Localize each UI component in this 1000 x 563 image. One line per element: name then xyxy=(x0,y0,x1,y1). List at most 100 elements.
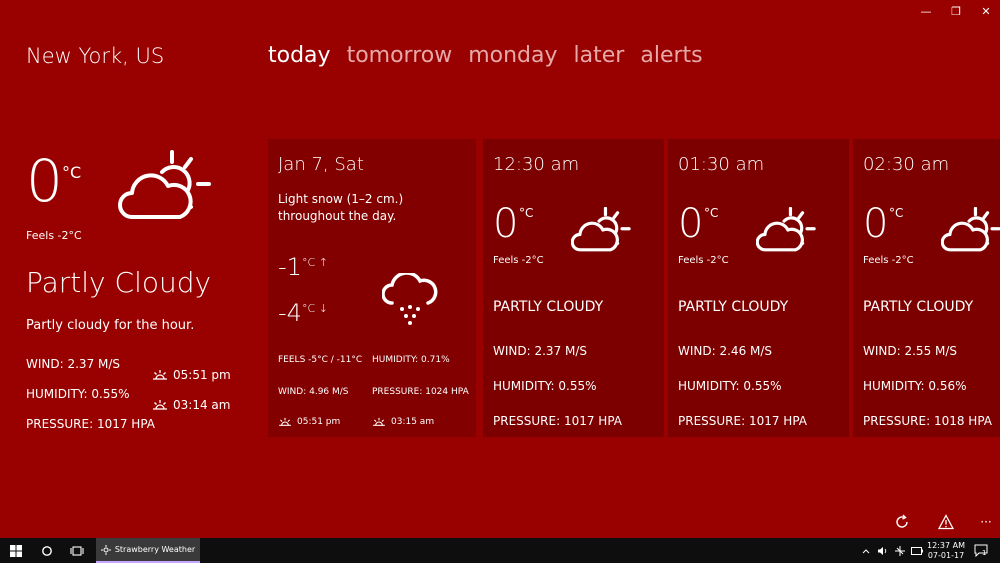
day-sunrise-time: 05:51 pm xyxy=(297,417,341,427)
notification-count: 1 xyxy=(982,549,987,557)
day-title: Jan 7, Sat xyxy=(278,154,364,175)
restore-button[interactable]: ❐ xyxy=(940,0,972,22)
tab-today[interactable]: today xyxy=(268,43,331,68)
alerts-button[interactable] xyxy=(934,512,958,532)
hourly-wind: WIND: 2.46 M/S xyxy=(678,344,773,358)
current-feels-like: Feels -2°C xyxy=(26,229,82,242)
sunrise-time: 05:51 pm xyxy=(173,368,231,382)
warning-icon xyxy=(938,514,954,530)
hourly-temperature: 0 xyxy=(863,201,889,247)
taskbar-app-label: Strawberry Weather xyxy=(114,545,196,554)
hourly-time: 01:30 am xyxy=(678,154,765,175)
hourly-temperature-unit: °C xyxy=(519,206,534,220)
partly-cloudy-icon xyxy=(571,207,631,252)
day-high-value: -1 xyxy=(278,253,302,281)
clock[interactable]: 12:37 AM 07-01-17 xyxy=(926,538,966,563)
sunrise-icon xyxy=(279,417,291,426)
partly-cloudy-icon xyxy=(118,150,211,219)
day-low-unit: °C ↓ xyxy=(301,302,328,315)
hourly-card[interactable]: 02:30 am 0 °C Feels -2°C PARTLY CLOUDY W… xyxy=(853,139,1000,437)
current-pressure: PRESSURE: 1017 HPA xyxy=(26,417,156,431)
hourly-condition: PARTLY CLOUDY xyxy=(678,299,789,315)
sunset-icon xyxy=(153,400,167,410)
hourly-pressure: PRESSURE: 1017 HPA xyxy=(678,414,808,428)
hourly-time: 12:30 am xyxy=(493,154,580,175)
day-description: Light snow (1–2 cm.) throughout the day. xyxy=(278,192,404,223)
day-humidity: HUMIDITY: 0.71% xyxy=(372,355,450,365)
current-humidity: HUMIDITY: 0.55% xyxy=(26,387,130,401)
hourly-condition: PARTLY CLOUDY xyxy=(863,299,974,315)
hourly-condition: PARTLY CLOUDY xyxy=(493,299,604,315)
action-center-button[interactable]: 1 xyxy=(970,538,992,563)
battery-button[interactable] xyxy=(910,538,924,563)
task-view-icon xyxy=(70,545,84,556)
hourly-feels-like: Feels -2°C xyxy=(493,255,544,266)
location-label: New York, US xyxy=(26,44,165,68)
refresh-icon xyxy=(896,514,908,528)
current-wind: WIND: 2.37 M/S xyxy=(26,357,121,371)
hourly-humidity: HUMIDITY: 0.56% xyxy=(863,379,967,393)
hourly-temperature: 0 xyxy=(493,201,519,247)
minimize-button[interactable]: — xyxy=(910,0,942,22)
day-sunset: 03:15 am xyxy=(372,417,434,427)
task-view-button[interactable] xyxy=(62,538,92,563)
current-condition: Partly Cloudy xyxy=(26,266,212,299)
sunrise-icon xyxy=(153,370,167,380)
current-description: Partly cloudy for the hour. xyxy=(26,318,195,333)
more-button[interactable]: ··· xyxy=(974,512,998,532)
day-high-unit: °C ↑ xyxy=(301,256,328,269)
clock-date: 07-01-17 xyxy=(927,550,965,560)
hourly-humidity: HUMIDITY: 0.55% xyxy=(493,379,597,393)
hourly-card[interactable]: 12:30 am 0 °C Feels -2°C PARTLY CLOUDY W… xyxy=(483,139,664,437)
taskbar-app-strawberry-weather[interactable]: Strawberry Weather xyxy=(96,538,200,563)
network-button[interactable] xyxy=(893,538,907,563)
taskbar: Strawberry Weather 12:37 AM 07-01-17 1 xyxy=(0,538,1000,563)
hourly-temperature: 0 xyxy=(678,201,704,247)
day-sunset-time: 03:15 am xyxy=(391,417,435,427)
app-sun-icon xyxy=(100,544,111,555)
day-sunrise: 05:51 pm xyxy=(278,417,340,427)
day-high: -1°C ↑ xyxy=(278,253,328,281)
day-feels: FEELS -5°C / -11°C xyxy=(278,355,363,365)
current-temperature: 0 xyxy=(26,147,63,215)
day-pressure: PRESSURE: 1024 HPA xyxy=(372,387,469,397)
volume-button[interactable] xyxy=(876,538,890,563)
hourly-temperature-unit: °C xyxy=(704,206,719,220)
hourly-wind: WIND: 2.55 M/S xyxy=(863,344,958,358)
day-wind: WIND: 4.96 M/S xyxy=(278,387,349,397)
windows-logo-icon xyxy=(10,544,22,557)
start-button[interactable] xyxy=(0,538,32,563)
hourly-card[interactable]: 01:30 am 0 °C Feels -2°C PARTLY CLOUDY W… xyxy=(668,139,849,437)
search-button[interactable] xyxy=(32,538,62,563)
hourly-wind: WIND: 2.37 M/S xyxy=(493,344,588,358)
hourly-feels-like: Feels -2°C xyxy=(863,255,914,266)
tab-alerts[interactable]: alerts xyxy=(640,43,702,68)
tab-monday[interactable]: monday xyxy=(468,43,557,68)
close-button[interactable]: ✕ xyxy=(970,0,1000,22)
partly-cloudy-icon xyxy=(941,207,1000,252)
snow-icon xyxy=(382,273,438,325)
hourly-temperature-unit: °C xyxy=(889,206,904,220)
speaker-icon xyxy=(878,546,887,555)
current-sunset: 03:14 am xyxy=(152,398,230,412)
sunset-time: 03:14 am xyxy=(173,398,231,412)
clock-time: 12:37 AM xyxy=(927,540,965,550)
battery-icon xyxy=(911,546,923,555)
show-hidden-icons-button[interactable] xyxy=(860,538,872,563)
hourly-time: 02:30 am xyxy=(863,154,950,175)
hourly-humidity: HUMIDITY: 0.55% xyxy=(678,379,782,393)
sunset-icon xyxy=(373,417,385,426)
network-icon xyxy=(895,545,905,556)
hourly-feels-like: Feels -2°C xyxy=(678,255,729,266)
chevron-up-icon xyxy=(862,548,870,553)
current-sunrise: 05:51 pm xyxy=(152,368,231,382)
refresh-button[interactable] xyxy=(890,512,914,532)
cortana-icon xyxy=(42,545,52,556)
day-low-value: -4 xyxy=(278,299,302,327)
tab-later[interactable]: later xyxy=(574,43,625,68)
partly-cloudy-icon xyxy=(756,207,816,252)
day-summary-card[interactable]: Jan 7, Sat Light snow (1–2 cm.) througho… xyxy=(268,139,476,437)
day-low: -4°C ↓ xyxy=(278,299,328,327)
hourly-pressure: PRESSURE: 1017 HPA xyxy=(493,414,623,428)
tab-tomorrow[interactable]: tomorrow xyxy=(347,43,453,68)
